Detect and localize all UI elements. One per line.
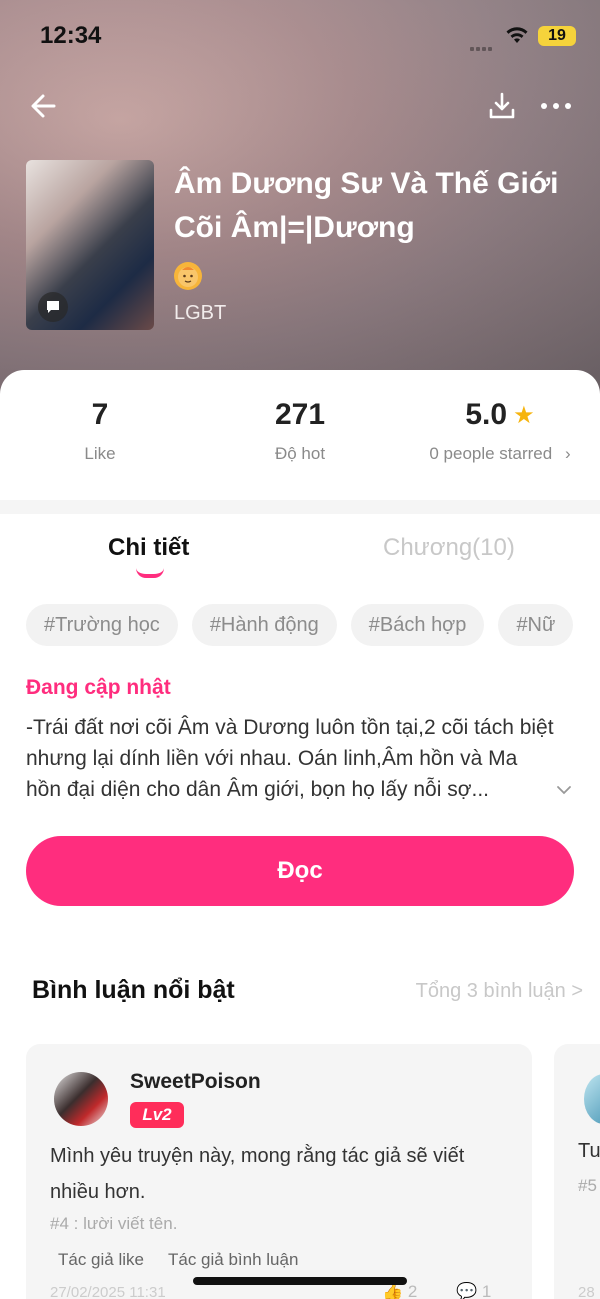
story-cover[interactable] [26, 160, 154, 330]
stat-likes: 7 Like [0, 398, 200, 464]
hot-label: Độ hot [274, 444, 326, 463]
stat-hot: 271 Độ hot [200, 398, 400, 464]
read-button[interactable]: Đọc [26, 836, 574, 906]
rating-label-row: 0 people starred › [400, 444, 600, 464]
comment-username[interactable]: SweetPoison [130, 1070, 261, 1094]
comment-card[interactable]: SweetPoison Lv2 Mình yêu truyện này, mon… [26, 1044, 532, 1299]
chevron-down-icon[interactable] [554, 780, 574, 800]
home-indicator [193, 1277, 407, 1285]
status-bar: 12:34 19 [0, 0, 600, 72]
comment-icon: 💬 [456, 1282, 478, 1299]
likes-count: 7 [91, 398, 109, 431]
tag-chip[interactable]: #Hành động [191, 604, 337, 646]
rating-value: 5.0 [465, 398, 508, 431]
download-icon[interactable] [486, 90, 518, 122]
tag-chip[interactable]: #Trường học [26, 604, 178, 646]
comments-total-link[interactable]: Tổng 3 bình luận > [416, 980, 583, 1003]
story-title: Âm Dương Sư Và Thế Giới Cõi Âm|=|Dương [174, 167, 559, 244]
section-divider [0, 500, 600, 514]
chat-bubble-icon [38, 292, 68, 322]
battery-icon: 19 [538, 26, 576, 46]
tab-details[interactable]: Chi tiết [108, 534, 189, 562]
author-avatar-icon[interactable] [174, 262, 202, 290]
chevron-right-icon: › [564, 444, 571, 463]
story-genre: LGBT [174, 302, 227, 324]
wifi-icon [504, 24, 530, 46]
tag-chip[interactable]: #Bách hợp [350, 604, 485, 646]
story-detail-screen: 12:34 19 Âm Dương Sư Và Thế Giới Cõi Âm|… [0, 0, 600, 1299]
comment-date: 27/02/2025 11:31 [50, 1284, 166, 1299]
rating-value-row: 5.0 ★ [400, 398, 600, 432]
reply-count: 1 [481, 1282, 492, 1299]
tab-chapters[interactable]: Chương(10) [383, 534, 515, 562]
comment-date: 28 [578, 1284, 595, 1299]
back-arrow-icon[interactable] [28, 90, 60, 122]
hot-count: 271 [274, 398, 326, 431]
stats-card: 7 Like 271 Độ hot 5.0 ★ 0 people starred… [0, 370, 600, 500]
status-time: 12:34 [40, 22, 102, 49]
comment-text: Tu [578, 1140, 600, 1162]
like-count: 2 [407, 1282, 418, 1299]
signal-icon [470, 38, 496, 51]
tag-list: #Trường học #Hành động #Bách hợp #Nữ [26, 604, 574, 648]
top-nav [0, 80, 600, 132]
story-description: -Trái đất nơi cõi Âm và Dương luôn tồn t… [26, 716, 554, 801]
star-icon: ★ [513, 401, 535, 429]
comment-reply-count[interactable]: 💬 1 [456, 1282, 491, 1299]
stat-rating[interactable]: 5.0 ★ 0 people starred › [400, 398, 600, 464]
tab-bar: Chi tiết Chương(10) [0, 520, 600, 590]
rating-label: 0 people starred [429, 444, 553, 463]
comment-card[interactable]: Tu #5 28 [554, 1044, 600, 1299]
level-badge: Lv2 [130, 1102, 184, 1128]
likes-label: Like [84, 444, 116, 463]
update-status: Đang cập nhật [26, 676, 171, 699]
author-reply-label: Tác giả bình luận [168, 1250, 299, 1269]
comment-chapter: #5 [578, 1176, 597, 1195]
comment-chapter: #4 : lười viết tên. [50, 1214, 178, 1233]
avatar[interactable] [54, 1072, 108, 1126]
tag-chip[interactable]: #Nữ [498, 604, 574, 646]
more-icon[interactable] [538, 90, 574, 122]
avatar[interactable] [584, 1074, 600, 1124]
comment-text: Mình yêu truyện này, mong rằng tác giả s… [50, 1145, 465, 1203]
tab-active-indicator [136, 568, 164, 578]
comments-title: Bình luận nổi bật [32, 976, 235, 1004]
author-like-label: Tác giả like [58, 1250, 144, 1269]
